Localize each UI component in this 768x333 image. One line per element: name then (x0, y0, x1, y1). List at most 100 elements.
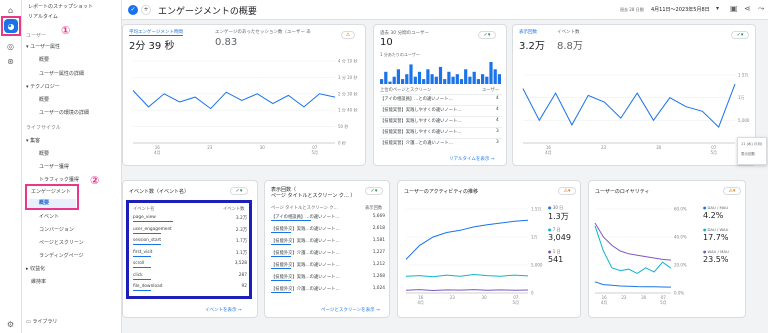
y-tick-label: 1万 (531, 235, 538, 240)
event-row-value: 1.1万 (235, 250, 247, 256)
x-month-label: 4月 (417, 300, 424, 305)
realtime-status-pill[interactable]: ✓▾ (478, 31, 496, 39)
nav-user-attributes[interactable]: ▾ ユーザー属性 (26, 43, 60, 52)
activity-warning-icon[interactable]: ⚠▾ (558, 187, 576, 195)
event-row-name[interactable]: page_view (133, 215, 156, 220)
realtime-bar (455, 74, 459, 84)
realtime-row-page[interactable]: 【技能実習】介護…との違いノート… (380, 140, 453, 146)
realtime-bar (459, 79, 464, 84)
realtime-row-page[interactable]: 【アイの相談員】…との違いノート… (380, 96, 453, 102)
nav-user-acquisition[interactable]: ユーザー獲得 (39, 163, 69, 172)
event-row-name[interactable]: user_engagement (133, 227, 172, 232)
nav-landing-page[interactable]: ランディングページ (39, 252, 84, 261)
views-line (522, 83, 736, 128)
advertising-icon[interactable]: ⊛ (4, 55, 17, 68)
views-status-pill[interactable]: ✓▾ (731, 31, 749, 39)
page-views-status-pill[interactable]: ✓▾ (365, 187, 383, 195)
events-link[interactable]: イベントを表示 → (205, 307, 242, 313)
settings-icon[interactable]: ⚙ (4, 318, 17, 331)
realtime-link[interactable]: リアルタイムを表示 → (449, 156, 495, 162)
views-value: 3.2万 (519, 41, 545, 52)
nav-user-env-detail[interactable]: ユーザーの環境の詳細 (39, 109, 89, 118)
page-row-bar (271, 292, 291, 293)
y-tick-label: 1.5万 (531, 207, 541, 212)
activity-series-line (405, 273, 529, 278)
page-row-bar (271, 232, 291, 233)
realtime-bar (468, 76, 472, 84)
page-row-value: 1,268 (372, 274, 385, 279)
pages-link[interactable]: ページとスクリーンを表示 → (321, 307, 380, 313)
activity-legend-value: 3,049 (548, 233, 571, 242)
realtime-bar (417, 71, 422, 84)
nav-section-user[interactable]: ユーザー (26, 32, 46, 41)
explore-icon[interactable]: ◎ (4, 40, 17, 53)
event-count-status-pill[interactable]: ✓▾ (230, 187, 248, 195)
realtime-row-page[interactable]: 【技能実習】実践しやすくの違いノート… (380, 118, 462, 124)
event-row-value: 3,528 (234, 261, 247, 266)
nav-realtime[interactable]: リアルタイム (28, 13, 58, 22)
nav-monetization[interactable]: ▸ 収益化 (26, 265, 45, 274)
avg-engagement-value: 2分 39 秒 (129, 41, 175, 52)
realtime-bar (413, 76, 417, 84)
loyalty-series-line (594, 281, 672, 288)
views-chart: 1.5万1万5,0000164月2330075月 (522, 73, 750, 155)
page-col-right: 表示回数 (365, 206, 383, 211)
event-row-name[interactable]: session_start (133, 238, 161, 243)
nav-technology[interactable]: ▾ テクノロジー (26, 83, 60, 92)
realtime-sub: 1 分あたりのユーザー (380, 52, 420, 57)
loyalty-warning-icon[interactable]: ⚠▾ (723, 187, 741, 195)
warning-icon[interactable]: ⚠ (341, 31, 355, 39)
add-comparison-icon[interactable]: + (141, 5, 151, 15)
tooltip-label: 表示回数 (741, 152, 755, 156)
tooltip-date: 11 (水) (5月) (741, 142, 763, 146)
date-caret-icon[interactable]: ▾ (716, 5, 719, 12)
event-col-left: イベント名 (133, 207, 155, 212)
share-icon[interactable]: ⋖ (744, 4, 751, 13)
sessions-label[interactable]: エンゲージのあったセッション数（ユーザー あ (215, 29, 311, 35)
event-row-name[interactable]: click (133, 273, 143, 278)
realtime-row-page[interactable]: 【技能実習】実践しやすくの違いノート… (380, 107, 462, 113)
realtime-bar (388, 81, 392, 84)
nav-retention[interactable]: 維持率 (31, 278, 46, 287)
realtime-bar (481, 74, 485, 84)
nav-reports-snapshot[interactable]: レポートのスナップショット (28, 3, 93, 12)
nav-acquisition[interactable]: ▾ 集客 (26, 137, 40, 146)
x-month-label: 4月 (545, 150, 552, 155)
status-check-icon[interactable]: ✓ (128, 5, 138, 15)
legend-dot-icon: ● (548, 205, 552, 210)
realtime-row-page[interactable]: 【技能実習】実践しやすくの違いノート… (380, 129, 462, 135)
event-row-bar (133, 244, 161, 245)
insights-icon[interactable]: ⤳ (758, 4, 764, 14)
nav-library[interactable]: ▭ ライブラリ (26, 318, 57, 327)
nav-monetization-label: 収益化 (30, 266, 46, 272)
nav-user-attr-detail[interactable]: ユーザー属性の詳細 (39, 70, 84, 79)
customize-report-icon[interactable]: ▣ (730, 4, 738, 13)
nav-pages-screens[interactable]: ページとスクリーン (39, 239, 84, 248)
nav-conversions[interactable]: コンバージョン (39, 226, 74, 235)
nav-overview-3[interactable]: 概要 (39, 150, 49, 159)
x-month-label: 4月 (601, 300, 608, 305)
event-row-name[interactable]: scroll (133, 261, 144, 266)
nav-engagement[interactable]: エンゲージメント (31, 188, 71, 197)
nav-overview-1[interactable]: 概要 (39, 56, 49, 65)
avg-engagement-label[interactable]: 平均エンゲージメント時間 (129, 29, 183, 36)
realtime-bar (401, 79, 405, 84)
row-divider (380, 105, 502, 106)
event-row-name[interactable]: first_visit (133, 250, 152, 255)
nav-engagement-overview[interactable]: 概要 (28, 199, 76, 208)
reports-highlight-box (1, 16, 21, 36)
loyalty-legend-label: ● DAU / WAU (703, 227, 729, 232)
page-row-value: 1,212 (372, 262, 385, 267)
event-row-name[interactable]: file_download (133, 284, 162, 289)
x-tick-label: 30 (641, 295, 647, 300)
page-row-bar (271, 244, 291, 245)
realtime-row-users: 4 (496, 96, 499, 101)
loyalty-title: ユーザーのロイヤリティ (595, 189, 650, 195)
page-row-bar (271, 280, 291, 281)
nav-overview-2[interactable]: 概要 (39, 96, 49, 105)
date-range-picker[interactable]: 4月11日～2023年5月8日 (651, 6, 710, 13)
events-label[interactable]: イベント数 (557, 29, 580, 35)
nav-events[interactable]: イベント (39, 213, 59, 222)
nav-section-lifecycle[interactable]: ライフサイクル (26, 124, 61, 133)
views-label[interactable]: 表示回数 (519, 29, 537, 35)
